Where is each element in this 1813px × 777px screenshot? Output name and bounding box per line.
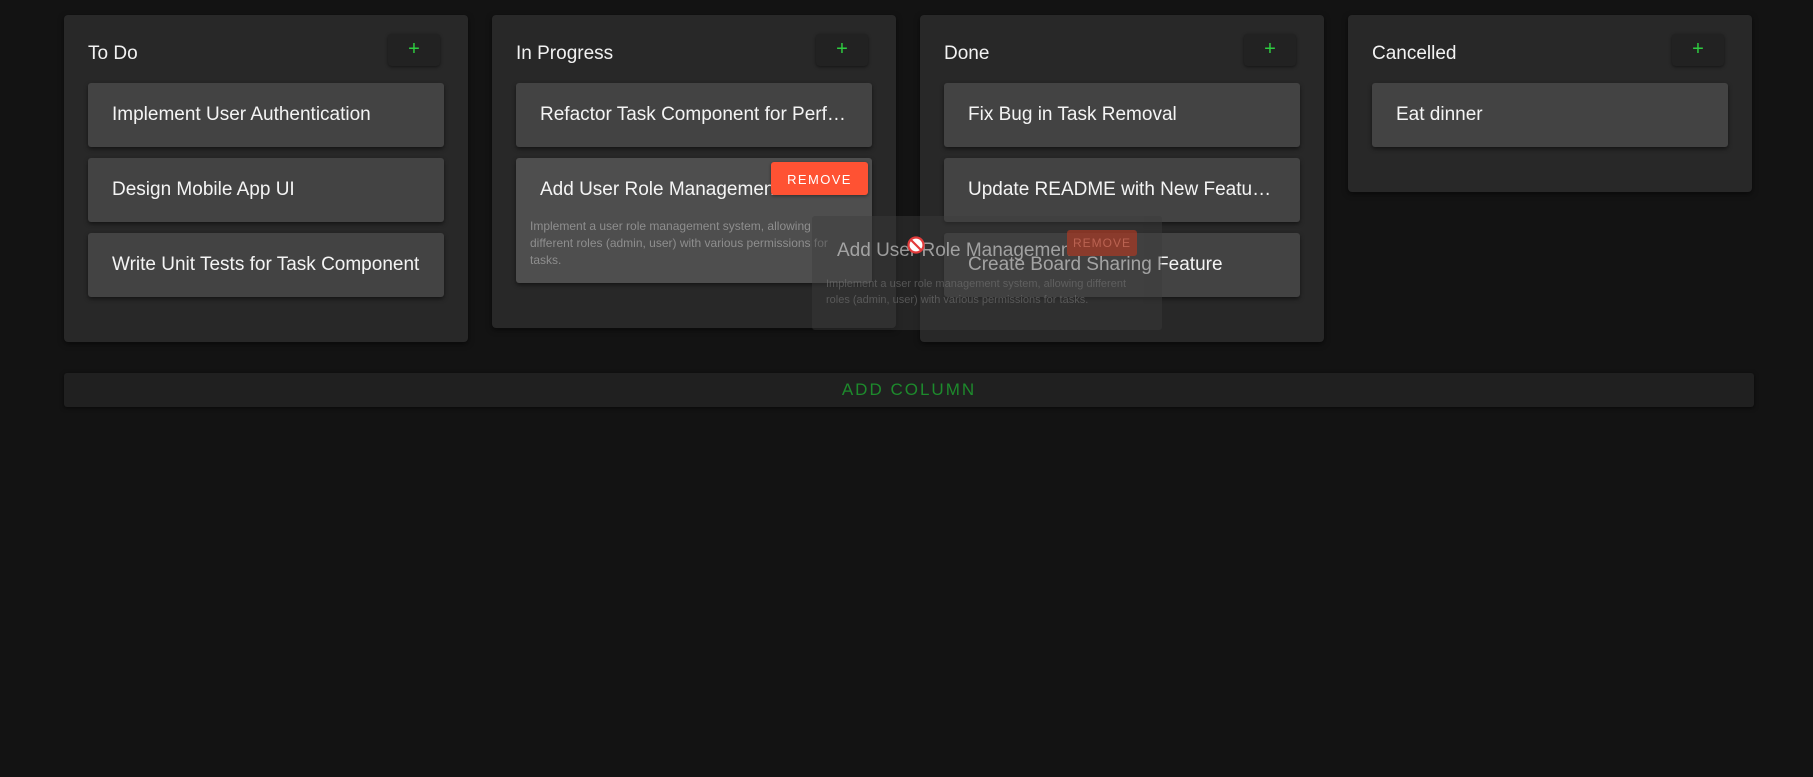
column-header: In Progress +: [492, 15, 896, 83]
task-card-title: Fix Bug in Task Removal: [968, 104, 1177, 125]
add-card-button[interactable]: +: [816, 34, 868, 66]
column-in-progress: In Progress + Refactor Task Component fo…: [492, 15, 896, 328]
task-card[interactable]: Create Board Sharing Feature: [944, 233, 1300, 297]
kanban-board: To Do + Implement User Authentication De…: [64, 15, 1754, 342]
column-header: To Do +: [64, 15, 468, 83]
column-title: To Do: [88, 43, 138, 64]
card-list: Fix Bug in Task Removal Update README wi…: [920, 83, 1324, 342]
task-card[interactable]: Refactor Task Component for Performance: [516, 83, 872, 147]
task-card-title: Design Mobile App UI: [112, 179, 295, 200]
card-list: Refactor Task Component for Performance …: [492, 83, 896, 328]
add-column-button[interactable]: ADD COLUMN: [64, 373, 1754, 407]
task-card-title: Create Board Sharing Feature: [968, 254, 1223, 275]
task-card-description: Implement a user role management system,…: [530, 219, 828, 267]
task-card[interactable]: Update README with New Features: [944, 158, 1300, 222]
add-card-button[interactable]: +: [388, 34, 440, 66]
task-card-title: Update README with New Features: [968, 179, 1279, 200]
remove-task-button[interactable]: REMOVE: [771, 162, 868, 195]
column-done: Done + Fix Bug in Task Removal Update RE…: [920, 15, 1324, 342]
task-card-title: Refactor Task Component for Performance: [540, 104, 872, 125]
add-card-button[interactable]: +: [1672, 34, 1724, 66]
task-card[interactable]: Write Unit Tests for Task Component: [88, 233, 444, 297]
column-header: Cancelled +: [1348, 15, 1752, 83]
column-title: In Progress: [516, 43, 614, 64]
task-card[interactable]: Fix Bug in Task Removal: [944, 83, 1300, 147]
task-card[interactable]: Implement User Authentication: [88, 83, 444, 147]
column-title: Done: [944, 43, 990, 64]
add-card-button[interactable]: +: [1244, 34, 1296, 66]
column-cancelled: Cancelled + Eat dinner: [1348, 15, 1752, 192]
column-title: Cancelled: [1372, 43, 1457, 64]
task-card-title: Implement User Authentication: [112, 104, 371, 125]
task-card-title: Write Unit Tests for Task Component: [112, 254, 420, 275]
task-card-title: Eat dinner: [1396, 104, 1483, 125]
task-card[interactable]: Design Mobile App UI: [88, 158, 444, 222]
column-header: Done +: [920, 15, 1324, 83]
column-to-do: To Do + Implement User Authentication De…: [64, 15, 468, 342]
card-list: Implement User Authentication Design Mob…: [64, 83, 468, 342]
task-card[interactable]: Eat dinner: [1372, 83, 1728, 147]
card-list: Eat dinner: [1348, 83, 1752, 192]
task-card-expanded[interactable]: Add User Role Management REMOVE Implemen…: [516, 158, 872, 283]
